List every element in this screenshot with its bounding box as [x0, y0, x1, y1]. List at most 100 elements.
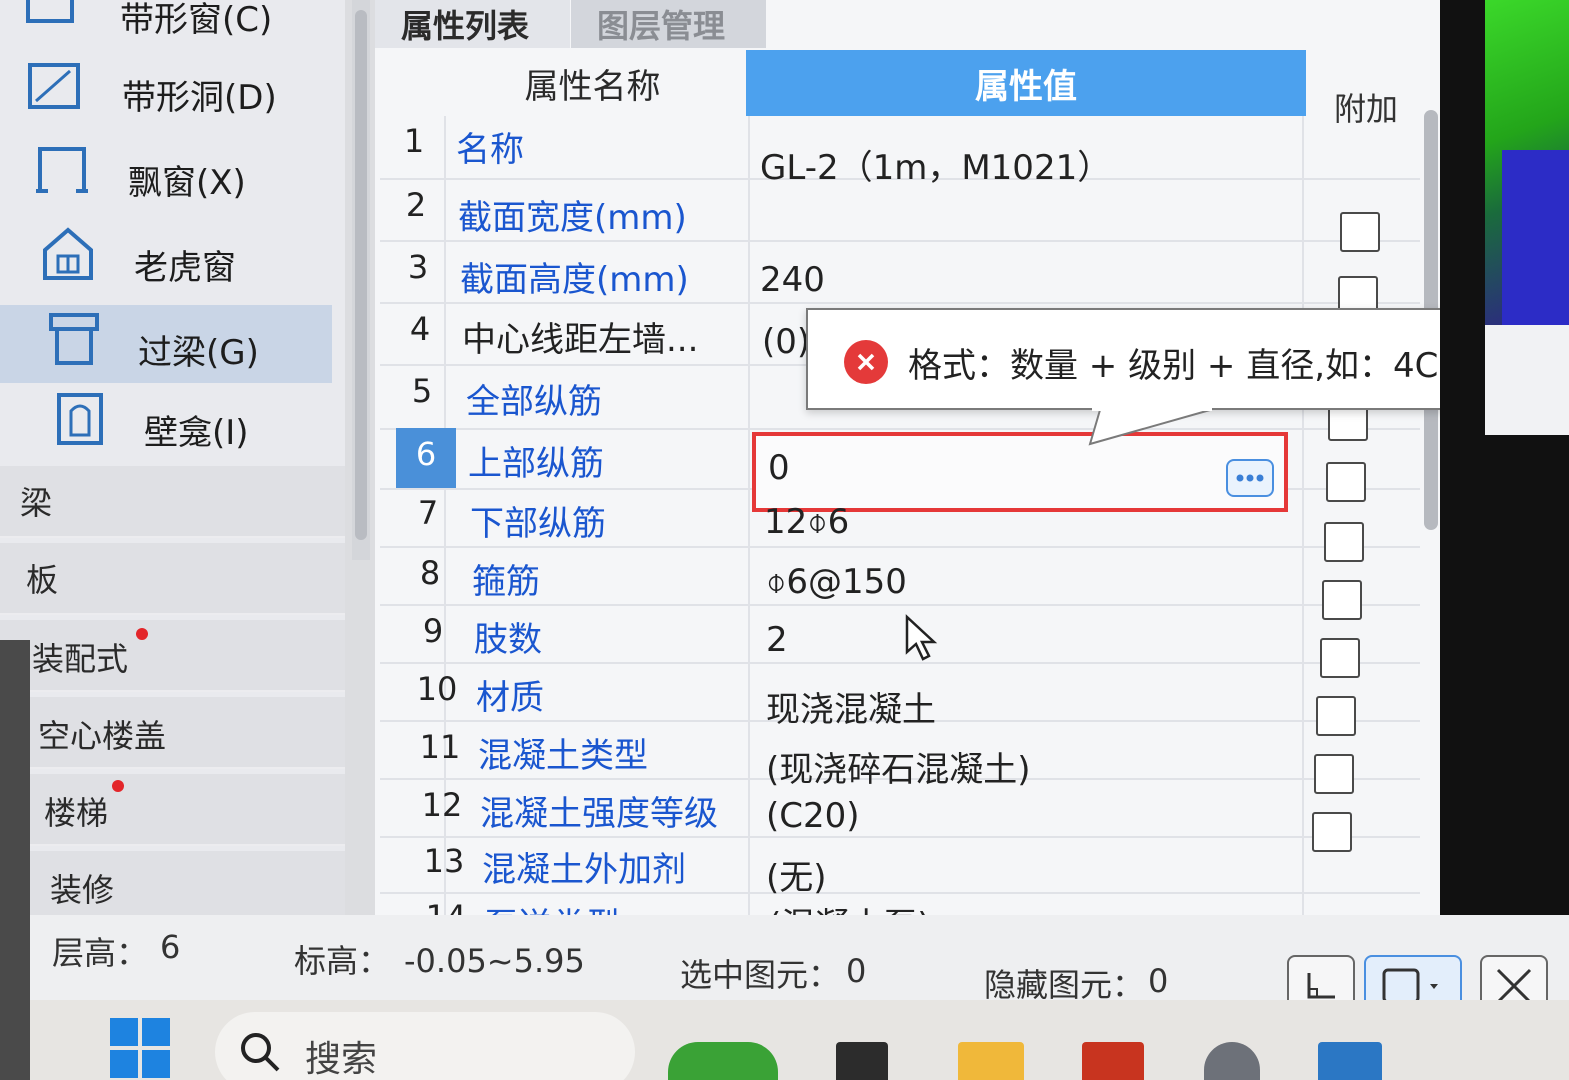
tab-property-list[interactable]: 属性列表 — [375, 0, 570, 48]
store-icon[interactable] — [1318, 1042, 1382, 1080]
property-value[interactable]: (无) — [766, 850, 827, 899]
property-value[interactable]: GL-2（1m，M1021） — [760, 140, 1111, 189]
extra-checkbox[interactable] — [1316, 696, 1356, 736]
row-number[interactable]: 5 — [392, 372, 452, 410]
sidebar-item-strip-window[interactable]: 带形窗(C) — [0, 0, 345, 48]
property-name[interactable]: 混凝土强度等级 — [480, 786, 718, 835]
sidebar-scrollbar[interactable] — [352, 0, 370, 560]
tab-layer-management[interactable]: 图层管理 — [571, 0, 766, 48]
sidebar-item-bay-window[interactable]: 飘窗(X) — [0, 135, 345, 213]
property-name[interactable]: 截面高度(mm) — [460, 252, 689, 301]
row-number[interactable]: 14 — [416, 898, 476, 915]
property-value[interactable]: 240 — [760, 260, 825, 300]
search-icon — [241, 1033, 280, 1072]
grid-line — [1302, 116, 1304, 916]
cad-viewport[interactable] — [1440, 0, 1569, 955]
property-name[interactable]: 全部纵筋 — [466, 374, 602, 423]
row-number[interactable]: 13 — [414, 842, 474, 880]
more-icon — [1236, 474, 1264, 482]
category-prefab[interactable]: 装配式 — [0, 620, 345, 692]
sidebar-item-strip-opening[interactable]: 带形洞(D) — [0, 50, 345, 128]
category-stairs[interactable]: 楼梯 — [0, 774, 345, 846]
selected-elements-value: 0 — [846, 952, 867, 990]
property-value[interactable]: 12⌽6 — [764, 502, 849, 542]
category-decoration[interactable]: 装修 — [0, 851, 345, 923]
extra-checkbox[interactable] — [1328, 405, 1368, 441]
extra-checkbox[interactable] — [1324, 522, 1364, 562]
floor-height-value: 6 — [160, 928, 181, 966]
tab-label: 属性列表 — [401, 7, 530, 45]
lintel-icon — [46, 311, 102, 367]
row-number[interactable]: 2 — [386, 186, 446, 224]
extra-checkbox[interactable] — [1320, 638, 1360, 678]
property-value[interactable]: (0) — [762, 322, 810, 362]
row-number[interactable]: 7 — [398, 494, 458, 532]
row-number-selected[interactable]: 6 — [396, 428, 456, 488]
search-placeholder: 搜索 — [305, 1039, 378, 1080]
folder-icon[interactable] — [958, 1042, 1024, 1080]
row-number[interactable]: 8 — [400, 554, 460, 592]
property-value[interactable]: (现浇碎石混凝土) — [766, 742, 1031, 791]
terminal-app-icon[interactable] — [836, 1042, 888, 1080]
property-name[interactable]: 上部纵筋 — [468, 436, 604, 485]
row-number[interactable]: 9 — [403, 612, 463, 650]
selected-elements-label: 选中图元： — [680, 956, 841, 994]
extra-checkbox[interactable] — [1312, 812, 1352, 852]
hidden-elements-value: 0 — [1148, 962, 1169, 1000]
sidebar-scrollbar-thumb[interactable] — [355, 10, 367, 540]
row-number[interactable]: 10 — [407, 670, 467, 708]
category-label: 板 — [26, 561, 59, 599]
property-name[interactable]: 肢数 — [474, 612, 542, 661]
extra-checkbox[interactable] — [1326, 462, 1366, 502]
grid-line — [748, 116, 750, 916]
category-hollow-floor[interactable]: 空心楼盖 — [0, 697, 345, 769]
property-name[interactable]: 名称 — [456, 122, 524, 171]
row-number[interactable]: 11 — [410, 728, 470, 766]
property-name[interactable]: 材质 — [476, 670, 544, 719]
extra-checkbox[interactable] — [1314, 754, 1354, 794]
property-name[interactable]: 下部纵筋 — [470, 496, 606, 545]
clover-app-icon[interactable] — [668, 1042, 778, 1080]
property-value[interactable]: 现浇混凝土 — [766, 682, 936, 731]
row-number[interactable]: 12 — [412, 786, 472, 824]
property-name[interactable]: 混凝土外加剂 — [482, 842, 686, 891]
row-number[interactable]: 1 — [384, 122, 444, 160]
dormer-window-icon — [40, 226, 96, 282]
extra-checkbox[interactable] — [1340, 212, 1380, 252]
category-label: 装配式 — [32, 640, 129, 678]
property-value[interactable]: (C20) — [766, 796, 860, 836]
extra-checkbox[interactable] — [1322, 580, 1362, 620]
ortho-icon — [1307, 973, 1335, 999]
error-icon — [844, 340, 888, 384]
notification-dot — [112, 780, 124, 792]
sidebar-item-niche[interactable]: 壁龛(I) — [0, 385, 345, 463]
property-name[interactable]: 混凝土类型 — [478, 728, 648, 777]
column-header-value: 属性值 — [746, 50, 1306, 116]
category-label: 楼梯 — [44, 794, 109, 832]
sidebar-item-dormer[interactable]: 老虎窗 — [0, 220, 345, 298]
start-button-icon[interactable] — [110, 1018, 170, 1078]
ellipsis-button[interactable] — [1226, 459, 1274, 497]
property-value[interactable]: (混凝土泵) — [768, 898, 931, 915]
sidebar-item-label: 带形洞(D) — [122, 78, 277, 118]
category-beam[interactable]: 梁 — [0, 466, 345, 538]
property-value[interactable]: 2 — [766, 620, 788, 660]
category-slab[interactable]: 板 — [0, 543, 345, 615]
property-name[interactable]: 泵送类型 — [484, 898, 620, 915]
value-edit-text[interactable]: 0 — [768, 448, 790, 488]
logo-pane — [142, 1050, 170, 1078]
powerpoint-icon[interactable] — [1082, 1042, 1144, 1080]
property-name[interactable]: 箍筋 — [472, 554, 540, 603]
row-number[interactable]: 4 — [390, 310, 450, 348]
row-number[interactable]: 3 — [388, 248, 448, 286]
property-value[interactable]: ⌽6@150 — [766, 562, 907, 602]
bay-window-icon — [34, 141, 90, 197]
screen-bezel — [0, 640, 30, 1080]
category-label: 装修 — [50, 871, 115, 909]
property-name[interactable]: 截面宽度(mm) — [458, 190, 687, 239]
grid-line — [380, 604, 1420, 606]
category-label: 梁 — [20, 484, 53, 522]
sidebar-item-lintel[interactable]: 过梁(G) — [0, 305, 332, 383]
mouse-cursor-icon — [905, 614, 938, 661]
property-name[interactable]: 中心线距左墙... — [462, 312, 698, 361]
